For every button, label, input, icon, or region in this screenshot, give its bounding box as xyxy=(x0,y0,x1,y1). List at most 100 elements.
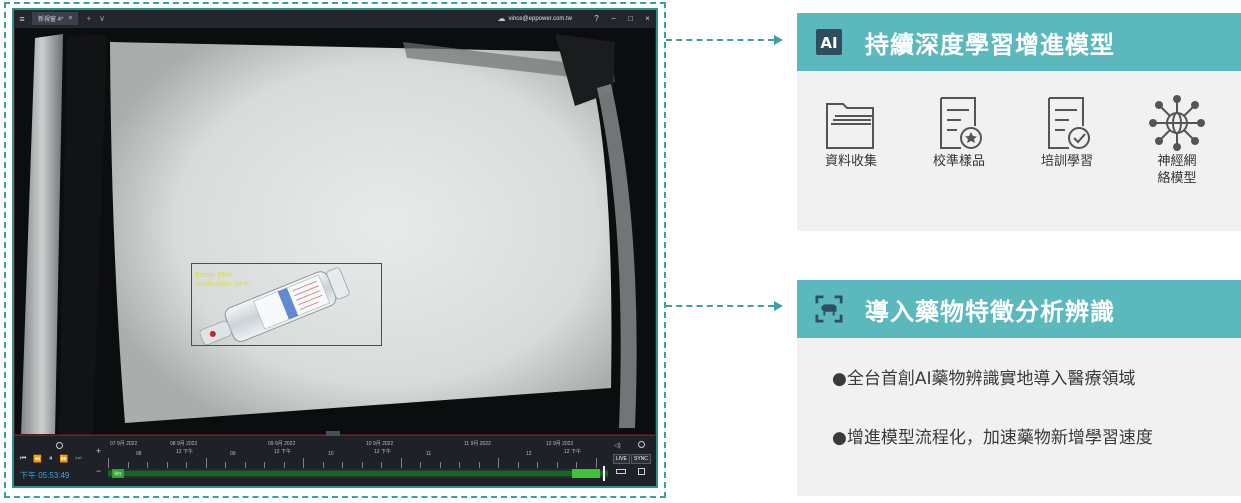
slide: ≡ 新視窗 4* × + ∨ ☁ vince@eppower.com.tw ? … xyxy=(0,0,1241,503)
live-button[interactable]: LIVE xyxy=(613,454,630,464)
timeline-start-chip: 現在 xyxy=(112,469,124,478)
chevron-down-icon[interactable]: ∨ xyxy=(99,14,105,23)
timeline-tick xyxy=(303,458,304,468)
zoom-out-icon[interactable]: − xyxy=(96,466,101,476)
playback-bar: ⏮ ⏪ ⏸ ⏩ ⏭ 下午 05:53:49 + − 現在 07 9月 2022 0… xyxy=(14,431,656,486)
playback-controls: ⏮ ⏪ ⏸ ⏩ ⏭ xyxy=(20,455,82,463)
timeline-label: 11 xyxy=(426,451,432,457)
maximize-button[interactable]: □ xyxy=(622,14,639,23)
neural-network-icon xyxy=(1149,95,1205,151)
panel-top-body: 資料收集 校準樣品 培訓學習 神經網 絡模型 xyxy=(797,71,1241,231)
zoom-in-icon[interactable]: + xyxy=(96,446,101,456)
detection-label: Bottle 96% xyxy=(195,272,232,279)
timeline-tick xyxy=(556,462,558,468)
timeline-track[interactable]: 現在 xyxy=(108,466,608,481)
document-check-icon xyxy=(1048,97,1090,149)
timeline-label: 09 9月 2022 xyxy=(268,441,296,447)
help-button[interactable]: ? xyxy=(588,14,605,23)
timeline-label: 12 下午 xyxy=(176,449,193,455)
arrow-right-icon-2 xyxy=(774,301,783,311)
detection-box[interactable]: Bottle 96% Medication 94% xyxy=(191,263,382,346)
collapse-handle[interactable] xyxy=(326,431,340,436)
timeline-label: 12 下午 xyxy=(274,449,291,455)
timeline-tick xyxy=(205,458,207,468)
record-indicator-icon[interactable] xyxy=(56,442,63,449)
timeline-tick xyxy=(537,462,538,468)
feature-data-collection: 資料收集 xyxy=(811,93,891,170)
playback-right-controls: ◁) LIVE SYNC xyxy=(612,440,656,484)
cloud-icon: ☁ xyxy=(497,14,506,23)
skip-forward-icon[interactable]: ⏭ xyxy=(75,455,81,463)
timeline-label: 09 xyxy=(230,451,236,457)
panel-top-header: AI 持續深度學習增進模型 xyxy=(797,13,1241,71)
timeline-recorded xyxy=(108,471,608,476)
timeline-label: 07 9月 2022 xyxy=(110,441,138,447)
timeline-tick xyxy=(361,462,363,468)
timeline-label: 12 下午 xyxy=(374,449,391,455)
playhead[interactable] xyxy=(603,466,605,481)
timeline-label: 10 xyxy=(328,451,334,457)
volume-icon[interactable]: ◁) xyxy=(614,442,621,449)
skip-back-icon[interactable]: ⏮ xyxy=(20,455,26,463)
close-button[interactable]: × xyxy=(639,14,656,23)
timeline-label: 12 下午 xyxy=(564,449,581,455)
panel-bottom-header: 導入藥物特徵分析辨識 xyxy=(797,280,1241,338)
timeline-tick xyxy=(517,462,519,468)
rewind-icon[interactable]: ⏪ xyxy=(33,455,42,463)
tab-close-icon[interactable]: × xyxy=(68,15,72,22)
user-account[interactable]: vince@eppower.com.tw xyxy=(509,16,572,22)
timeline-tick xyxy=(127,462,129,468)
panel-top-title: 持續深度學習增進模型 xyxy=(865,30,1115,59)
connector-top xyxy=(666,39,774,41)
snapshot-icon[interactable] xyxy=(638,441,645,448)
pause-icon[interactable]: ⏸ xyxy=(49,455,53,463)
feature-label: 校準樣品 xyxy=(932,154,985,169)
timeline-tick xyxy=(225,462,226,468)
scan-cow-icon xyxy=(815,295,843,323)
layout-grid-icon[interactable] xyxy=(616,469,626,474)
forward-icon[interactable]: ⏩ xyxy=(60,455,69,463)
timeline-label: 12 xyxy=(526,451,532,457)
panel-bottom-title: 導入藥物特徵分析辨識 xyxy=(865,297,1115,326)
hamburger-icon[interactable]: ≡ xyxy=(14,14,30,24)
timeline-tick xyxy=(108,458,109,468)
document-star-icon xyxy=(940,97,982,149)
timeline-label: 10 9月 2022 xyxy=(366,441,394,447)
timeline-label: 08 9月 2022 xyxy=(170,441,198,447)
detection-label-2: Medication 94% xyxy=(195,281,250,288)
timeline-tick xyxy=(478,462,480,468)
timeline-tick xyxy=(166,462,168,468)
timeline-tick xyxy=(244,462,246,468)
vms-app-window: ≡ 新視窗 4* × + ∨ ☁ vince@eppower.com.tw ? … xyxy=(12,8,658,488)
bullet-item: ●增進模型流程化，加速藥物新增學習速度 xyxy=(832,428,1153,448)
bullet-item: ●全台首創AI藥物辨識實地導入醫療領域 xyxy=(832,369,1136,389)
calendar-icon[interactable] xyxy=(638,468,645,475)
ai-chip-icon: AI xyxy=(815,28,843,56)
timeline-tick xyxy=(264,462,265,468)
timeline[interactable]: 現在 07 9月 2022 08 08 9月 2022 12 下午 09 09 9月 20… xyxy=(108,440,608,484)
timeline-label: 08 xyxy=(136,451,142,457)
timeline-buffer xyxy=(572,469,600,478)
timeline-tick xyxy=(459,462,460,468)
minimize-button[interactable]: − xyxy=(605,14,622,23)
timeline-tick xyxy=(283,462,285,468)
timeline-label: 11 9月 2022 xyxy=(464,441,491,447)
titlebar: ≡ 新視窗 4* × + ∨ ☁ vince@eppower.com.tw ? … xyxy=(14,10,656,27)
arrow-right-icon xyxy=(774,35,783,45)
feature-label: 神經網 絡模型 xyxy=(1157,154,1197,186)
feature-label: 資料收集 xyxy=(824,154,877,169)
feature-neural-model: 神經網 絡模型 xyxy=(1137,93,1217,187)
timeline-tick xyxy=(420,462,421,468)
timeline-tick xyxy=(322,462,324,468)
timeline-tick xyxy=(498,458,499,468)
sync-button[interactable]: SYNC xyxy=(631,454,651,464)
folder-stack-icon xyxy=(826,103,874,149)
window-tab[interactable]: 新視窗 4* × xyxy=(32,12,79,25)
feature-training: 培訓學習 xyxy=(1027,93,1107,170)
camera-view[interactable]: Bottle 96% Medication 94% xyxy=(14,27,656,435)
connector-bottom xyxy=(666,305,774,307)
timeline-tick xyxy=(595,458,597,468)
timeline-tick xyxy=(342,462,343,468)
add-tab-icon[interactable]: + xyxy=(86,14,91,23)
timeline-tick xyxy=(186,462,187,468)
